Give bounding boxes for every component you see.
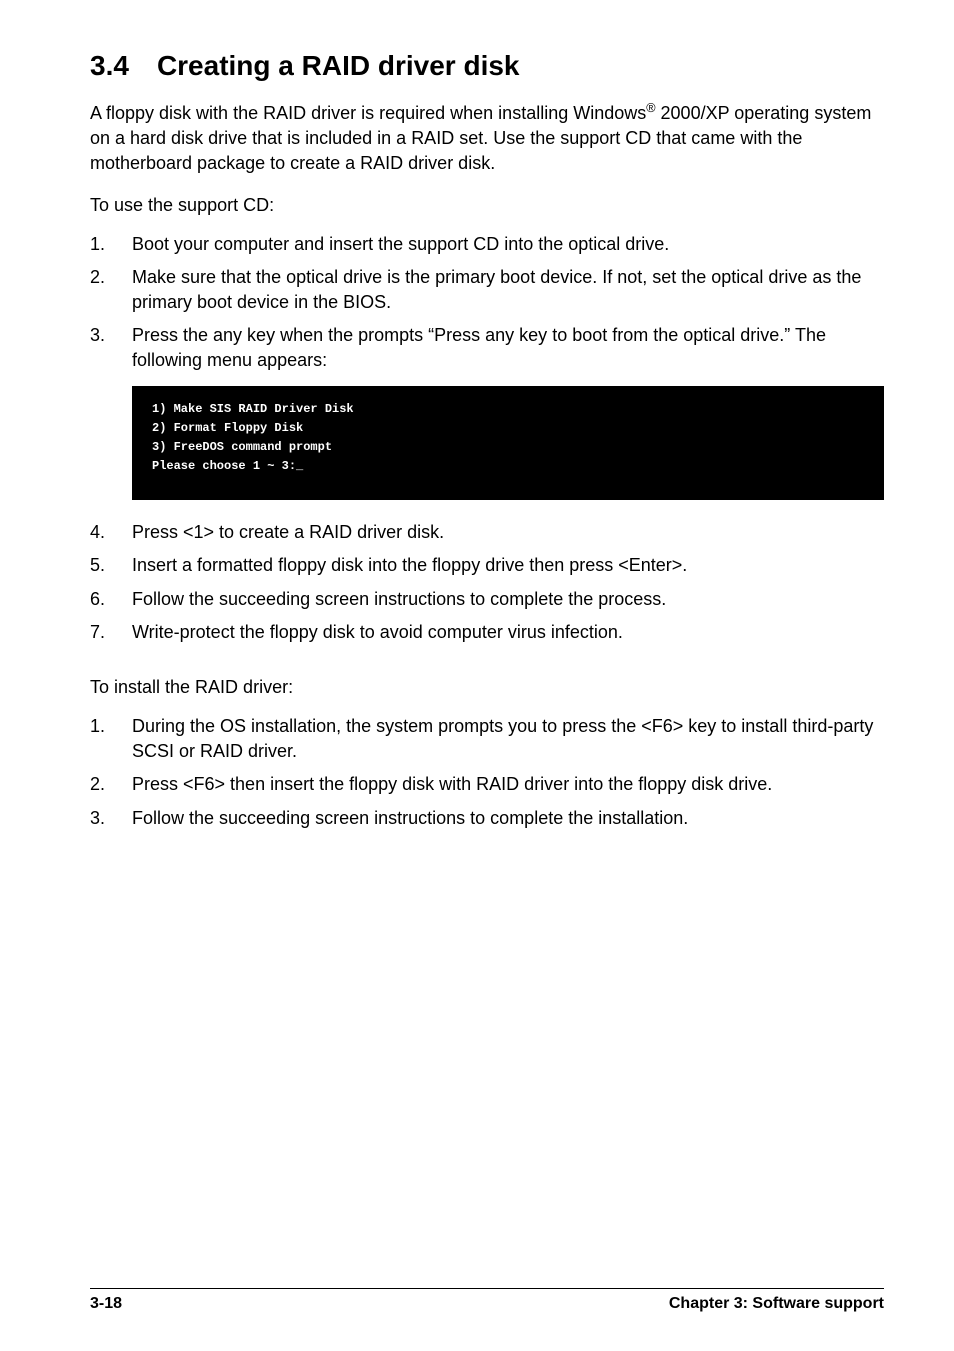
- list-text: Write-protect the floppy disk to avoid c…: [132, 620, 623, 645]
- list-item: 2. Make sure that the optical drive is t…: [90, 265, 884, 315]
- install-label: To install the RAID driver:: [90, 677, 884, 698]
- list-number: 3.: [90, 806, 110, 831]
- intro-pre: A floppy disk with the RAID driver is re…: [90, 103, 646, 123]
- section-title: Creating a RAID driver disk: [157, 50, 520, 82]
- registered-symbol: ®: [646, 101, 655, 115]
- code-line: 2) Format Floppy Disk: [152, 419, 864, 438]
- list-a: 1. Boot your computer and insert the sup…: [90, 232, 884, 374]
- list-item: 1. Boot your computer and insert the sup…: [90, 232, 884, 257]
- list-number: 2.: [90, 772, 110, 797]
- support-cd-label: To use the support CD:: [90, 195, 884, 216]
- list-item: 2. Press <F6> then insert the floppy dis…: [90, 772, 884, 797]
- section-number: 3.4: [90, 50, 129, 82]
- list-number: 5.: [90, 553, 110, 578]
- code-line: 3) FreeDOS command prompt: [152, 438, 864, 457]
- list-text: Insert a formatted floppy disk into the …: [132, 553, 687, 578]
- list-item: 4. Press <1> to create a RAID driver dis…: [90, 520, 884, 545]
- list-number: 1.: [90, 232, 110, 257]
- list-number: 1.: [90, 714, 110, 764]
- list-item: 5. Insert a formatted floppy disk into t…: [90, 553, 884, 578]
- list-number: 7.: [90, 620, 110, 645]
- list-item: 7. Write-protect the floppy disk to avoi…: [90, 620, 884, 645]
- list-text: Boot your computer and insert the suppor…: [132, 232, 669, 257]
- chapter-label: Chapter 3: Software support: [669, 1295, 884, 1313]
- list-number: 4.: [90, 520, 110, 545]
- list-item: 3. Follow the succeeding screen instruct…: [90, 806, 884, 831]
- list-text: During the OS installation, the system p…: [132, 714, 884, 764]
- code-line: Please choose 1 ~ 3:_: [152, 457, 864, 476]
- list-item: 3. Press the any key when the prompts “P…: [90, 323, 884, 373]
- page-number: 3-18: [90, 1295, 122, 1313]
- list-text: Follow the succeeding screen instruction…: [132, 587, 666, 612]
- list-c: 1. During the OS installation, the syste…: [90, 714, 884, 831]
- list-text: Follow the succeeding screen instruction…: [132, 806, 688, 831]
- list-b: 4. Press <1> to create a RAID driver dis…: [90, 520, 884, 645]
- code-line: 1) Make SIS RAID Driver Disk: [152, 400, 864, 419]
- section-heading: 3.4 Creating a RAID driver disk: [90, 50, 884, 82]
- list-text: Press <F6> then insert the floppy disk w…: [132, 772, 772, 797]
- list-text: Make sure that the optical drive is the …: [132, 265, 884, 315]
- code-menu-box: 1) Make SIS RAID Driver Disk 2) Format F…: [132, 386, 884, 501]
- list-number: 3.: [90, 323, 110, 373]
- list-number: 2.: [90, 265, 110, 315]
- intro-paragraph: A floppy disk with the RAID driver is re…: [90, 100, 884, 177]
- list-item: 6. Follow the succeeding screen instruct…: [90, 587, 884, 612]
- list-number: 6.: [90, 587, 110, 612]
- list-text: Press the any key when the prompts “Pres…: [132, 323, 884, 373]
- list-text: Press <1> to create a RAID driver disk.: [132, 520, 444, 545]
- spacer: [90, 657, 884, 677]
- list-item: 1. During the OS installation, the syste…: [90, 714, 884, 764]
- page-footer: 3-18 Chapter 3: Software support: [90, 1288, 884, 1313]
